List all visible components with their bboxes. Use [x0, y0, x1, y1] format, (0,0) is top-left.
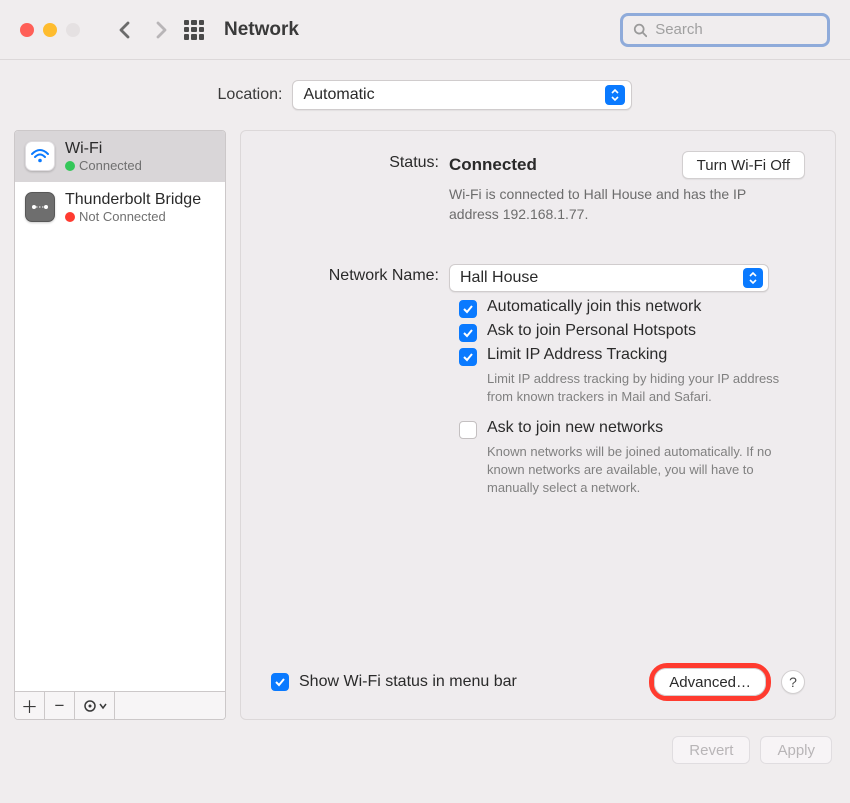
- checkbox-label: Show Wi-Fi status in menu bar: [299, 673, 517, 691]
- search-field[interactable]: [620, 13, 830, 47]
- service-status: Not Connected: [65, 209, 201, 225]
- wifi-toggle-button[interactable]: Turn Wi-Fi Off: [682, 151, 805, 179]
- service-item-thunderbolt[interactable]: Thunderbolt Bridge Not Connected: [15, 182, 225, 233]
- service-status: Connected: [65, 158, 142, 174]
- service-status-text: Not Connected: [79, 209, 166, 225]
- checkbox-label: Limit IP Address Tracking: [487, 346, 667, 364]
- checkbox-wifi-menubar[interactable]: Show Wi-Fi status in menu bar: [271, 673, 517, 691]
- checkbox-label: Ask to join new networks: [487, 419, 663, 437]
- service-status-text: Connected: [79, 158, 142, 174]
- service-list-toolbar: ＋ −: [15, 691, 225, 719]
- service-name: Thunderbolt Bridge: [65, 190, 201, 209]
- location-label: Location:: [218, 86, 283, 104]
- revert-button[interactable]: Revert: [672, 736, 750, 764]
- close-window-button[interactable]: [20, 23, 34, 37]
- back-button[interactable]: [112, 17, 138, 43]
- checkbox-icon: [271, 673, 289, 691]
- status-label: Status:: [271, 151, 449, 172]
- help-button[interactable]: ?: [781, 670, 805, 694]
- search-icon: [633, 22, 647, 38]
- checkbox-label: Automatically join this network: [487, 298, 701, 316]
- gear-dropdown-icon: [81, 698, 109, 714]
- advanced-button[interactable]: Advanced…: [654, 668, 766, 696]
- advanced-button-highlight: Advanced…: [649, 663, 771, 701]
- details-pane: Status: Connected Turn Wi-Fi Off Wi-Fi i…: [240, 130, 836, 720]
- service-actions-button[interactable]: [75, 692, 115, 719]
- service-name: Wi-Fi: [65, 139, 142, 158]
- title-bar: Network: [0, 0, 850, 60]
- checkbox-auto-join[interactable]: Automatically join this network: [271, 298, 805, 318]
- checkbox-icon: [459, 421, 477, 439]
- show-all-button[interactable]: [184, 20, 204, 40]
- window-title: Network: [224, 19, 299, 41]
- updown-arrows-icon: [743, 268, 763, 288]
- search-input[interactable]: [653, 20, 817, 39]
- status-value: Connected: [449, 155, 537, 175]
- main-content: Wi-Fi Connected Thunderbolt Bridge Not C…: [0, 130, 850, 720]
- service-item-wifi[interactable]: Wi-Fi Connected: [15, 131, 225, 182]
- updown-arrows-icon: [605, 85, 625, 105]
- thunderbolt-icon: [25, 192, 55, 222]
- wifi-icon: [25, 141, 55, 171]
- forward-button[interactable]: [148, 17, 174, 43]
- network-name-label: Network Name:: [271, 264, 449, 285]
- zoom-window-button[interactable]: [66, 23, 80, 37]
- add-service-button[interactable]: ＋: [15, 692, 45, 719]
- service-list: Wi-Fi Connected Thunderbolt Bridge Not C…: [14, 130, 226, 720]
- checkbox-ask-new-networks[interactable]: Ask to join new networks: [271, 419, 805, 439]
- location-value: Automatic: [303, 86, 605, 104]
- remove-service-button[interactable]: −: [45, 692, 75, 719]
- location-select[interactable]: Automatic: [292, 80, 632, 110]
- window-controls: [20, 23, 80, 37]
- checkbox-ask-hotspots[interactable]: Ask to join Personal Hotspots: [271, 322, 805, 342]
- minimize-window-button[interactable]: [43, 23, 57, 37]
- network-name-select[interactable]: Hall House: [449, 264, 769, 292]
- checkbox-label: Ask to join Personal Hotspots: [487, 322, 696, 340]
- status-dot-icon: [65, 212, 75, 222]
- checkbox-icon: [459, 324, 477, 342]
- checkbox-icon: [459, 300, 477, 318]
- checkbox-icon: [459, 348, 477, 366]
- status-hint: Wi-Fi is connected to Hall House and has…: [449, 185, 759, 224]
- limit-ip-hint: Limit IP address tracking by hiding your…: [271, 370, 805, 406]
- checkbox-limit-ip[interactable]: Limit IP Address Tracking: [271, 346, 805, 366]
- apply-button[interactable]: Apply: [760, 736, 832, 764]
- network-name-value: Hall House: [460, 269, 743, 287]
- location-row: Location: Automatic: [0, 60, 850, 130]
- footer-buttons: Revert Apply: [0, 720, 850, 764]
- ask-new-hint: Known networks will be joined automatica…: [271, 443, 805, 498]
- status-dot-icon: [65, 161, 75, 171]
